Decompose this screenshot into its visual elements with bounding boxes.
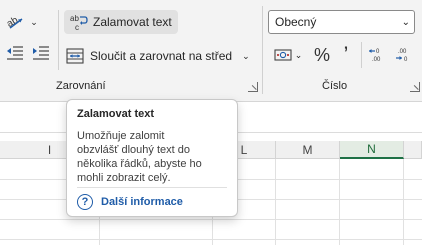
svg-text:ab: ab xyxy=(70,14,79,23)
svg-text:.00: .00 xyxy=(398,49,407,55)
chevron-down-icon: ⌄ xyxy=(30,16,38,27)
dialog-launcher-icon[interactable] xyxy=(248,82,258,92)
grid-line xyxy=(0,219,422,220)
decrease-indent-icon xyxy=(6,45,24,66)
comma-style-button[interactable]: ’ xyxy=(338,44,354,66)
grid-line xyxy=(0,239,422,240)
ribbon: ab ⌄ ab c Zalamovat text Sloučit a zarov… xyxy=(0,0,422,102)
more-info-link[interactable]: ? Další informace xyxy=(77,194,183,210)
number-format-select[interactable]: Obecný ⌄ xyxy=(268,10,415,34)
decrease-indent-button[interactable] xyxy=(4,44,26,66)
separator xyxy=(58,10,59,70)
svg-text:.00: .00 xyxy=(372,57,381,63)
increase-decimal-button[interactable]: 0 .00 xyxy=(367,44,387,66)
svg-text:0: 0 xyxy=(404,57,408,63)
more-info-label: Další informace xyxy=(101,196,183,208)
chevron-down-icon: ⌄ xyxy=(401,16,410,28)
column-header-m[interactable]: M xyxy=(276,141,340,159)
separator xyxy=(262,6,263,94)
merge-center-label: Sloučit a zarovnat na střed xyxy=(90,49,233,63)
decrease-decimal-button[interactable]: .00 0 xyxy=(393,44,413,66)
grid-line xyxy=(403,159,404,245)
accounting-format-icon xyxy=(274,47,292,63)
column-header-label: L xyxy=(240,142,248,157)
increase-decimal-icon: 0 .00 xyxy=(368,46,386,64)
column-header-n[interactable]: N xyxy=(340,141,404,159)
column-header-o[interactable] xyxy=(404,141,422,159)
decrease-decimal-icon: .00 0 xyxy=(394,46,412,64)
grid-line xyxy=(275,159,276,245)
svg-text:c: c xyxy=(75,23,79,31)
grid-line xyxy=(339,159,340,245)
merge-center-icon xyxy=(66,48,84,64)
merge-center-button[interactable]: Sloučit a zarovnat na střed ⌄ xyxy=(66,44,254,68)
tooltip-divider xyxy=(77,187,227,188)
wrap-text-tooltip: Zalamovat text Umožňuje zalomit obzvlášť… xyxy=(66,99,238,217)
wrap-text-icon: ab c xyxy=(70,13,88,31)
increase-indent-icon xyxy=(32,45,50,66)
column-header-label: I xyxy=(47,142,52,157)
orientation-button[interactable]: ab ⌄ xyxy=(4,10,40,34)
alignment-group-label: Zarovnání xyxy=(56,80,106,92)
chevron-down-icon: ⌄ xyxy=(294,49,303,60)
tooltip-title: Zalamovat text xyxy=(77,108,155,120)
column-header-label: M xyxy=(302,142,313,157)
number-group-label: Číslo xyxy=(322,80,348,92)
increase-indent-button[interactable] xyxy=(30,44,52,66)
help-icon: ? xyxy=(77,194,93,210)
orientation-icon: ab xyxy=(6,13,28,31)
wrap-text-label: Zalamovat text xyxy=(93,15,172,29)
percent-icon: % xyxy=(313,44,330,65)
separator xyxy=(361,42,362,68)
chevron-down-icon: ⌄ xyxy=(242,50,250,61)
wrap-text-button[interactable]: ab c Zalamovat text xyxy=(64,10,178,34)
column-header-label: N xyxy=(367,142,376,156)
accounting-format-button[interactable]: ⌄ xyxy=(270,44,306,66)
percent-style-button[interactable]: % xyxy=(312,44,332,66)
tooltip-description: Umožňuje zalomit obzvlášť dlouhý text do… xyxy=(77,130,202,184)
comma-style-icon: ’ xyxy=(343,42,349,67)
dialog-launcher-icon[interactable] xyxy=(410,82,420,92)
svg-text:0: 0 xyxy=(376,49,380,55)
number-format-value: Obecný xyxy=(275,15,317,29)
